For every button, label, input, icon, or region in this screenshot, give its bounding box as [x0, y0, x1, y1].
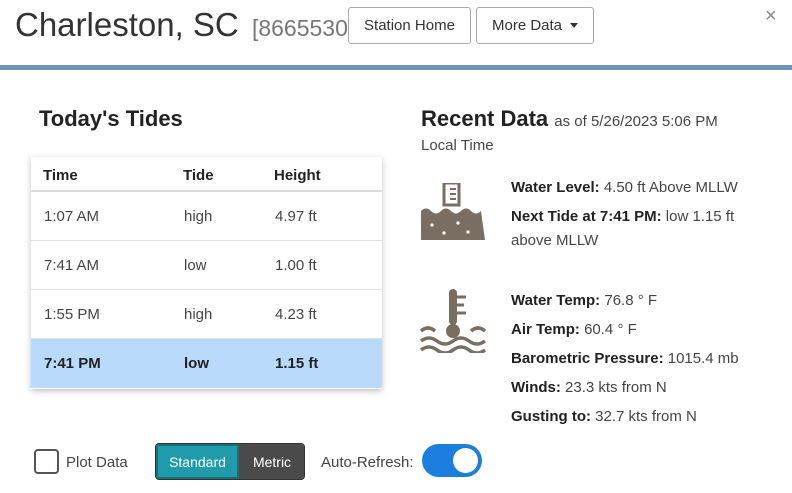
row-tide: high — [184, 306, 213, 323]
tides-table: Time Tide Height 1:07 AM high 4.97 ft 7:… — [31, 157, 382, 389]
recent-data-heading: Recent Data — [421, 106, 549, 131]
row-tide: low — [184, 257, 207, 274]
gusting-value: 32.7 kts from N — [595, 408, 697, 425]
water-temp-label: Water Temp: — [511, 292, 601, 309]
table-row-highlighted: 7:41 PM low 1.15 ft — [31, 339, 382, 388]
station-title: Charleston, SC [8665530] — [15, 6, 354, 44]
tides-title: Today's Tides — [39, 106, 183, 131]
station-home-button[interactable]: Station Home — [348, 7, 471, 44]
water-level-label: Water Level: — [511, 179, 600, 196]
row-time: 1:07 AM — [44, 208, 100, 225]
more-data-label: More Data — [491, 17, 563, 34]
row-height: 1.15 ft — [275, 355, 319, 372]
row-height: 1.00 ft — [275, 257, 317, 274]
auto-refresh-label: Auto-Refresh: — [321, 454, 414, 471]
pressure-label: Barometric Pressure: — [511, 350, 664, 367]
row-tide: high — [184, 208, 213, 225]
column-header-tide: Tide — [183, 167, 214, 184]
air-temp-value: 60.4 ° F — [584, 321, 637, 338]
thermometer-water-icon — [420, 289, 486, 353]
water-level-value: 4.50 ft Above MLLW — [603, 179, 738, 196]
row-height: 4.23 ft — [275, 306, 317, 323]
next-tide-value: low 1.15 ft — [665, 208, 735, 225]
column-header-time: Time — [43, 167, 78, 184]
air-temp-label: Air Temp: — [511, 321, 580, 338]
water-level-icon — [421, 183, 485, 240]
air-temp-row: Air Temp: 60.4 ° F — [511, 320, 637, 340]
standard-units-button[interactable]: Standard — [156, 444, 239, 479]
water-level-row: Water Level: 4.50 ft Above MLLW — [511, 178, 738, 198]
winds-row: Winds: 23.3 kts from N — [511, 378, 667, 398]
units-toggle: Standard Metric — [155, 443, 305, 480]
table-row: 1:07 AM high 4.97 ft — [31, 192, 382, 241]
next-tide-label: Next Tide at 7:41 PM: — [511, 208, 662, 225]
station-name: Charleston, SC — [15, 6, 239, 43]
next-tide-value-2: above MLLW — [511, 232, 599, 249]
column-header-height: Height — [274, 167, 321, 184]
auto-refresh-switch[interactable] — [422, 444, 482, 477]
row-time: 1:55 PM — [44, 306, 100, 323]
pressure-row: Barometric Pressure: 1015.4 mb — [511, 349, 739, 369]
station-id: [8665530] — [251, 15, 355, 41]
header: Charleston, SC [8665530] Station Home Mo… — [0, 0, 792, 66]
more-data-dropdown[interactable]: More Data — [476, 7, 594, 44]
controls-bar: Plot Data Standard Metric Auto-Refresh: — [0, 440, 792, 485]
next-tide-row: Next Tide at 7:41 PM: low 1.15 ft — [511, 207, 734, 227]
pressure-value: 1015.4 mb — [667, 350, 739, 367]
water-temp-value: 76.8 ° F — [604, 292, 658, 309]
close-icon[interactable]: × — [765, 6, 777, 26]
recent-data-title: Recent Data as of 5/26/2023 5:06 PM — [421, 106, 718, 132]
row-time: 7:41 AM — [44, 257, 100, 274]
winds-value: 23.3 kts from N — [565, 379, 667, 396]
row-height: 4.97 ft — [275, 208, 317, 225]
water-temp-row: Water Temp: 76.8 ° F — [511, 291, 657, 311]
switch-knob — [453, 448, 478, 473]
table-row: 7:41 AM low 1.00 ft — [31, 241, 382, 290]
winds-label: Winds: — [511, 379, 561, 396]
next-tide-row-continued: above MLLW — [511, 231, 598, 251]
local-time-label: Local Time — [421, 137, 494, 154]
row-time: 7:41 PM — [44, 355, 101, 372]
station-home-label: Station Home — [364, 17, 455, 34]
gusting-label: Gusting to: — [511, 408, 591, 425]
metric-units-button[interactable]: Metric — [239, 444, 304, 479]
plot-data-checkbox[interactable] — [34, 449, 59, 474]
caret-down-icon — [570, 23, 579, 28]
table-row: 1:55 PM high 4.23 ft — [31, 290, 382, 339]
as-of-timestamp: as of 5/26/2023 5:06 PM — [554, 113, 718, 130]
table-header: Time Tide Height — [31, 157, 382, 192]
header-divider — [0, 65, 792, 70]
row-tide: low — [184, 355, 209, 372]
plot-data-label: Plot Data — [66, 454, 128, 471]
gusting-row: Gusting to: 32.7 kts from N — [511, 407, 697, 427]
